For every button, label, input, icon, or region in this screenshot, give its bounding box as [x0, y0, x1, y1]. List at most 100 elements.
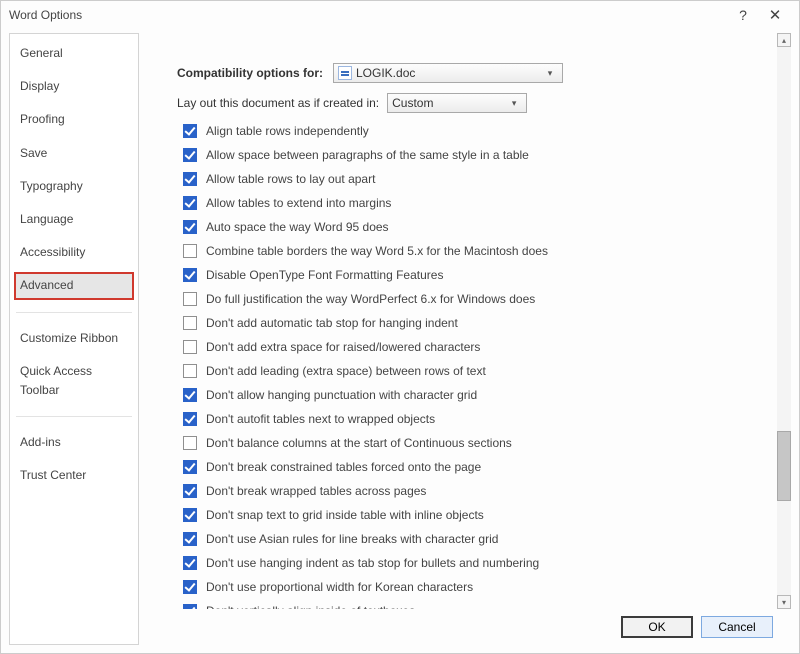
compat-checkbox[interactable]	[183, 340, 197, 354]
compat-option: Don't use proportional width for Korean …	[179, 577, 765, 597]
sidebar-item-advanced[interactable]: Advanced	[14, 272, 134, 299]
compat-option-label[interactable]: Don't use hanging indent as tab stop for…	[206, 554, 539, 572]
compat-option-label[interactable]: Combine table borders the way Word 5.x f…	[206, 242, 548, 260]
compat-option: Don't balance columns at the start of Co…	[179, 433, 765, 453]
sidebar-item-display[interactable]: Display	[16, 75, 132, 98]
compat-option: Don't vertically align inside of textbox…	[179, 601, 765, 609]
compat-checkbox[interactable]	[183, 532, 197, 546]
compat-option-label[interactable]: Don't add extra space for raised/lowered…	[206, 338, 480, 356]
compat-checkbox[interactable]	[183, 508, 197, 522]
compat-checkbox[interactable]	[183, 148, 197, 162]
compat-checkbox[interactable]	[183, 124, 197, 138]
sidebar-item-language[interactable]: Language	[16, 208, 132, 231]
compat-checkbox[interactable]	[183, 604, 197, 609]
doc-icon	[338, 66, 352, 80]
sidebar: General Display Proofing Save Typography…	[9, 33, 139, 645]
sidebar-divider	[16, 312, 132, 313]
compat-option-label[interactable]: Don't add leading (extra space) between …	[206, 362, 486, 380]
sidebar-divider	[16, 416, 132, 417]
compat-option-label[interactable]: Allow space between paragraphs of the sa…	[206, 146, 529, 164]
compat-option: Don't use Asian rules for line breaks wi…	[179, 529, 765, 549]
compatibility-checkbox-list: Align table rows independently Allow spac…	[177, 121, 765, 609]
help-button[interactable]: ?	[727, 7, 759, 23]
compat-checkbox[interactable]	[183, 556, 197, 570]
compat-checkbox[interactable]	[183, 436, 197, 450]
compat-checkbox[interactable]	[183, 172, 197, 186]
layout-row: Lay out this document as if created in: …	[177, 93, 765, 113]
compat-option-label[interactable]: Don't snap text to grid inside table wit…	[206, 506, 484, 524]
chevron-down-icon: ▾	[542, 68, 558, 79]
compat-option: Allow tables to extend into margins	[179, 193, 765, 213]
sidebar-item-proofing[interactable]: Proofing	[16, 108, 132, 131]
compat-option-label[interactable]: Don't autofit tables next to wrapped obj…	[206, 410, 435, 428]
word-options-dialog: Word Options ? ✕ General Display Proofin…	[0, 0, 800, 654]
compat-option-label[interactable]: Don't balance columns at the start of Co…	[206, 434, 512, 452]
compat-checkbox[interactable]	[183, 220, 197, 234]
compat-checkbox[interactable]	[183, 388, 197, 402]
compat-option: Don't allow hanging punctuation with cha…	[179, 385, 765, 405]
compat-checkbox[interactable]	[183, 196, 197, 210]
sidebar-item-customize-ribbon[interactable]: Customize Ribbon	[16, 327, 132, 350]
sidebar-item-typography[interactable]: Typography	[16, 175, 132, 198]
compat-checkbox[interactable]	[183, 460, 197, 474]
ok-button[interactable]: OK	[621, 616, 693, 638]
compat-option: Align table rows independently	[179, 121, 765, 141]
scroll-track[interactable]	[777, 47, 791, 595]
compat-option-label[interactable]: Don't break constrained tables forced on…	[206, 458, 481, 476]
compat-option: Allow table rows to lay out apart	[179, 169, 765, 189]
compat-option-label[interactable]: Align table rows independently	[206, 122, 369, 140]
compat-checkbox[interactable]	[183, 316, 197, 330]
compat-option: Don't add automatic tab stop for hanging…	[179, 313, 765, 333]
compat-option: Don't use hanging indent as tab stop for…	[179, 553, 765, 573]
compat-option-label[interactable]: Don't use Asian rules for line breaks wi…	[206, 530, 498, 548]
scroll-thumb[interactable]	[777, 431, 791, 501]
layout-label: Lay out this document as if created in:	[177, 96, 379, 110]
compat-checkbox[interactable]	[183, 580, 197, 594]
compat-option-label[interactable]: Do full justification the way WordPerfec…	[206, 290, 535, 308]
sidebar-item-accessibility[interactable]: Accessibility	[16, 241, 132, 264]
compat-option-label[interactable]: Don't vertically align inside of textbox…	[206, 602, 415, 609]
compat-checkbox[interactable]	[183, 244, 197, 258]
compat-option-label[interactable]: Don't allow hanging punctuation with cha…	[206, 386, 477, 404]
dialog-footer: OK Cancel	[147, 609, 791, 645]
compat-option: Don't break constrained tables forced on…	[179, 457, 765, 477]
compat-option: Auto space the way Word 95 does	[179, 217, 765, 237]
compat-document-value: LOGIK.doc	[356, 66, 415, 80]
scroll-down-button[interactable]: ▾	[777, 595, 791, 609]
scroll-up-button[interactable]: ▴	[777, 33, 791, 47]
compat-option-label[interactable]: Disable OpenType Font Formatting Feature…	[206, 266, 443, 284]
compat-option: Allow space between paragraphs of the sa…	[179, 145, 765, 165]
layout-dropdown[interactable]: Custom ▾	[387, 93, 527, 113]
cancel-button[interactable]: Cancel	[701, 616, 773, 638]
compat-option-label[interactable]: Allow table rows to lay out apart	[206, 170, 375, 188]
compat-option-label[interactable]: Allow tables to extend into margins	[206, 194, 391, 212]
titlebar: Word Options ? ✕	[1, 1, 799, 29]
chevron-down-icon: ▾	[506, 98, 522, 109]
compat-option: Combine table borders the way Word 5.x f…	[179, 241, 765, 261]
scroll-wrap: Compatibility options for: LOGIK.doc ▾ L…	[147, 33, 791, 609]
compat-option: Don't add extra space for raised/lowered…	[179, 337, 765, 357]
sidebar-item-trust-center[interactable]: Trust Center	[16, 464, 132, 487]
compat-option-label[interactable]: Don't break wrapped tables across pages	[206, 482, 426, 500]
compat-option-label[interactable]: Auto space the way Word 95 does	[206, 218, 389, 236]
vertical-scrollbar[interactable]: ▴ ▾	[777, 33, 791, 609]
compat-checkbox[interactable]	[183, 484, 197, 498]
compat-option: Don't autofit tables next to wrapped obj…	[179, 409, 765, 429]
compat-checkbox[interactable]	[183, 412, 197, 426]
compat-document-dropdown[interactable]: LOGIK.doc ▾	[333, 63, 563, 83]
sidebar-item-add-ins[interactable]: Add-ins	[16, 431, 132, 454]
compat-label: Compatibility options for:	[177, 66, 323, 80]
compat-option-label[interactable]: Don't add automatic tab stop for hanging…	[206, 314, 458, 332]
compatibility-section-header: Compatibility options for: LOGIK.doc ▾	[177, 63, 765, 83]
compat-checkbox[interactable]	[183, 364, 197, 378]
compat-option: Don't add leading (extra space) between …	[179, 361, 765, 381]
close-button[interactable]: ✕	[759, 6, 791, 24]
sidebar-item-quick-access-toolbar[interactable]: Quick Access Toolbar	[16, 360, 132, 402]
window-title: Word Options	[9, 8, 727, 22]
compat-checkbox[interactable]	[183, 292, 197, 306]
compat-checkbox[interactable]	[183, 268, 197, 282]
sidebar-item-general[interactable]: General	[16, 42, 132, 65]
sidebar-item-save[interactable]: Save	[16, 142, 132, 165]
options-pane: Compatibility options for: LOGIK.doc ▾ L…	[147, 33, 773, 609]
compat-option-label[interactable]: Don't use proportional width for Korean …	[206, 578, 473, 596]
